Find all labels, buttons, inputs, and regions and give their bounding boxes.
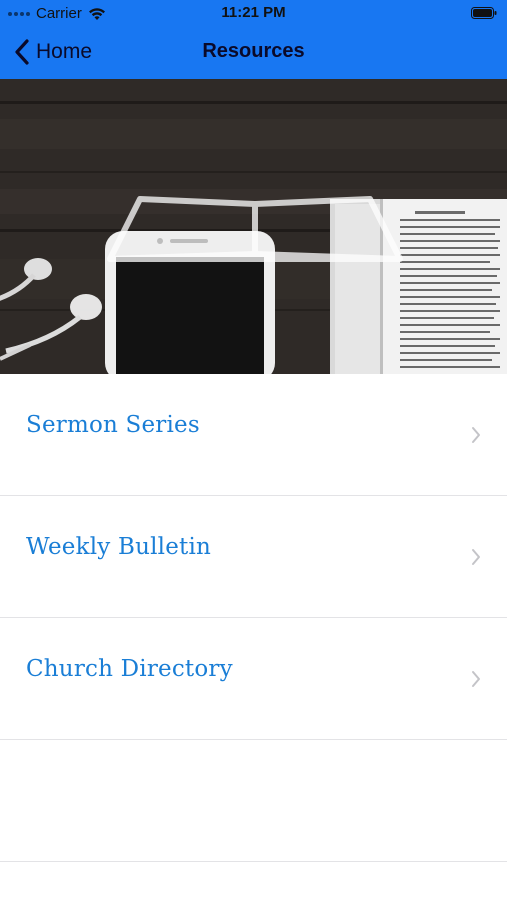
list-item-church-directory[interactable]: Church Directory [0,618,507,740]
status-bar: Carrier 11:21 PM [0,0,507,26]
page-title: Resources [202,40,305,62]
empty-list-row [0,740,507,862]
chevron-right-icon [472,671,480,687]
list-item-weekly-bulletin[interactable]: Weekly Bulletin [0,496,507,618]
chevron-right-icon [472,549,480,565]
hero-image [0,79,507,374]
chevron-right-icon [472,427,480,443]
bible [330,199,507,374]
resources-list: Sermon Series Weekly Bulletin Church Dir… [0,374,507,862]
battery-icon [471,7,497,19]
list-item-label: Sermon Series [26,412,200,438]
hero-photo [0,79,507,374]
list-item-sermon-series[interactable]: Sermon Series [0,374,507,496]
status-time: 11:21 PM [221,4,286,21]
list-item-label: Weekly Bulletin [26,534,212,560]
navigation-bar: Home Resources [0,26,507,79]
list-item-label: Church Directory [26,656,233,682]
